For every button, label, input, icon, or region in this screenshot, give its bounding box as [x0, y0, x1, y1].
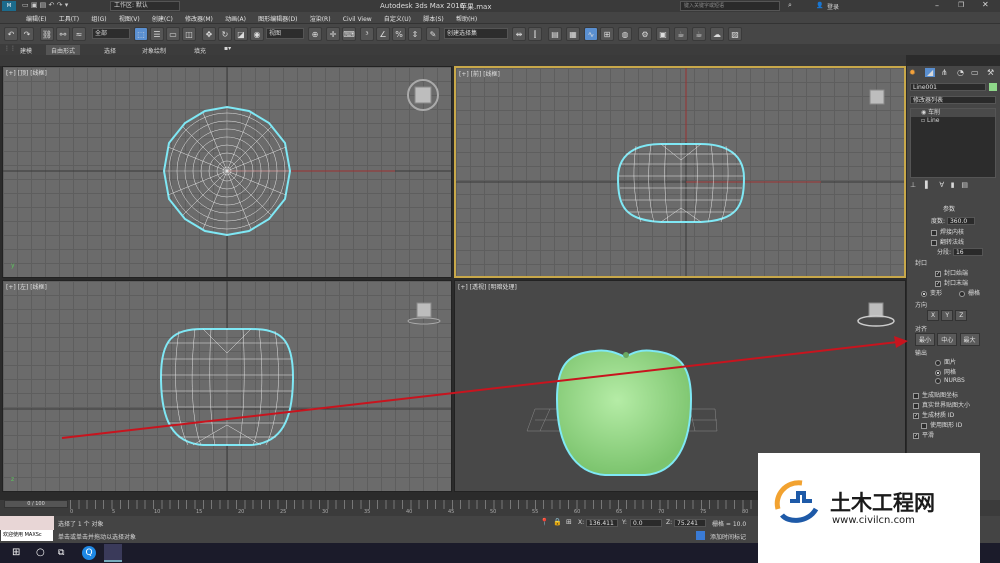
watermark-title: 土木工程网: [830, 491, 935, 515]
watermark: 土木工程网 www.civilcn.com: [758, 453, 980, 563]
watermark-url: www.civilcn.com: [832, 515, 915, 526]
civilcn-logo-icon: [774, 480, 819, 523]
